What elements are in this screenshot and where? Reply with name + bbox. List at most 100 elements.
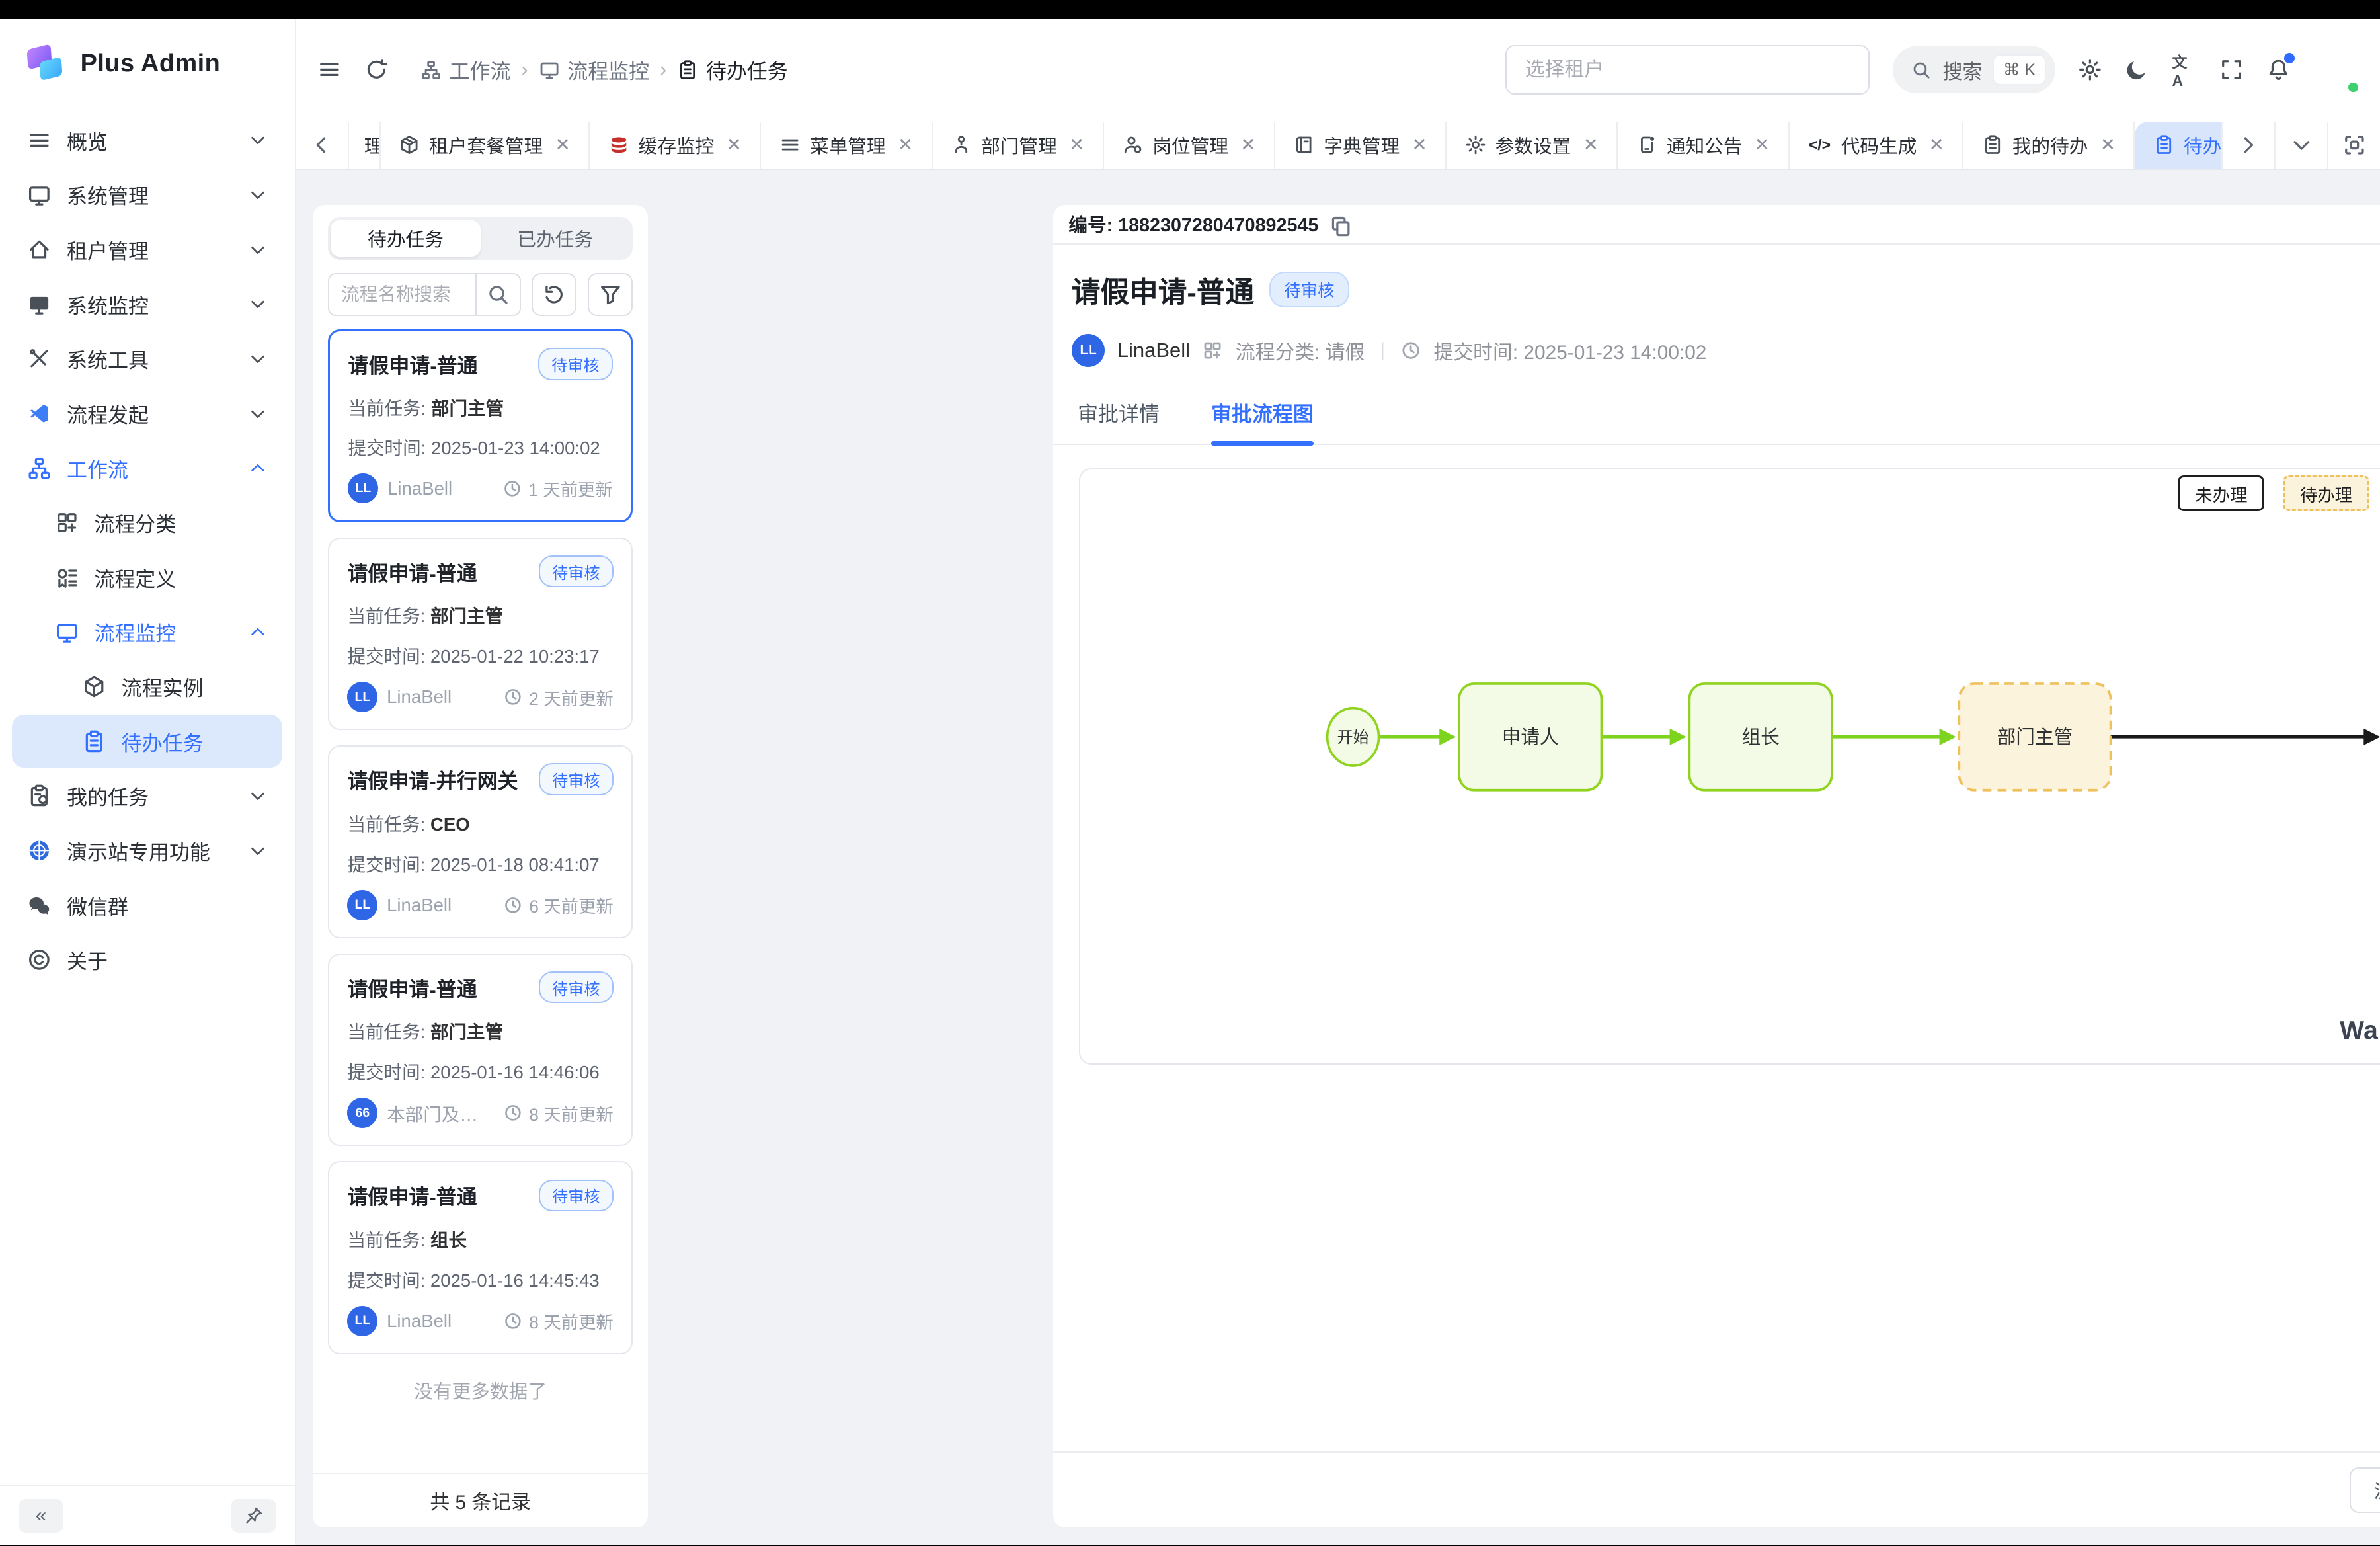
tab-代码生成[interactable]: </>代码生成✕ xyxy=(1790,122,1964,169)
tab-close-icon[interactable]: ✕ xyxy=(1412,134,1427,155)
breadcrumb-label: 工作流 xyxy=(450,55,511,85)
tab-字典管理[interactable]: 字典管理✕ xyxy=(1275,122,1447,169)
sidebar-item-关于[interactable]: 关于 xyxy=(12,934,282,987)
fullscreen-button[interactable] xyxy=(2219,58,2244,82)
sidebar-item-系统工具[interactable]: 系统工具 xyxy=(12,333,282,386)
list-tab-待办任务[interactable]: 待办任务 xyxy=(331,220,480,257)
chevron-down-icon xyxy=(248,404,268,424)
search-icon xyxy=(1911,60,1932,81)
tab-close-icon[interactable]: ✕ xyxy=(1929,134,1944,155)
definition-icon xyxy=(55,565,79,590)
notification-dot xyxy=(2284,53,2295,63)
warmflow-watermark: Warm-Flow xyxy=(2340,1016,2380,1045)
sidebar-item-系统监控[interactable]: 系统监控 xyxy=(12,278,282,331)
sidebar-item-微信群[interactable]: 微信群 xyxy=(12,879,282,932)
user-avatar[interactable] xyxy=(2313,47,2359,93)
breadcrumb-item-待办任务[interactable]: 待办任务 xyxy=(677,55,788,85)
sidebar-pin-button[interactable] xyxy=(231,1499,276,1533)
tenant-select-input[interactable] xyxy=(1505,45,1870,95)
tab-部门管理[interactable]: 部门管理✕ xyxy=(933,122,1104,169)
task-card[interactable]: 请假申请-普通待审核当前任务: 部门主管提交时间: 2025-01-22 10:… xyxy=(328,538,633,731)
task-card[interactable]: 请假申请-普通待审核当前任务: 组长提交时间: 2025-01-16 14:45… xyxy=(328,1161,633,1354)
tab-租户套餐管理[interactable]: 租户套餐管理✕ xyxy=(381,122,590,169)
search-button[interactable] xyxy=(475,273,521,315)
task-card[interactable]: 请假申请-并行网关待审核当前任务: CEO提交时间: 2025-01-18 08… xyxy=(328,745,633,938)
sidebar-collapse-button[interactable]: « xyxy=(19,1499,64,1533)
detail-tab-审批详情[interactable]: 审批详情 xyxy=(1078,397,1160,444)
tab-待办任务[interactable]: 待办任务✕ xyxy=(2135,122,2221,169)
hamburger-icon[interactable] xyxy=(317,58,342,82)
tab-close-icon[interactable]: ✕ xyxy=(1069,134,1084,155)
task-card[interactable]: 请假申请-普通待审核当前任务: 部门主管提交时间: 2025-01-16 14:… xyxy=(328,954,633,1147)
gear-button[interactable] xyxy=(2078,58,2102,82)
card-current-task: 当前任务: 部门主管 xyxy=(347,601,613,628)
tab-close-icon[interactable]: ✕ xyxy=(555,134,571,155)
sidebar-item-我的任务[interactable]: 我的任务 xyxy=(12,770,282,823)
list-tab-已办任务[interactable]: 已办任务 xyxy=(481,220,630,257)
tab-close-icon[interactable]: ✕ xyxy=(1755,134,1770,155)
tab-缓存监控[interactable]: 缓存监控✕ xyxy=(590,122,761,169)
list-filter-button[interactable] xyxy=(588,273,633,315)
chevron-up-icon xyxy=(248,458,268,478)
tabs-dropdown-button[interactable] xyxy=(2274,122,2327,169)
translate-button[interactable]: 文A xyxy=(2172,58,2196,82)
sidebar: Plus Admin 概览系统管理租户管理系统监控系统工具流程发起工作流流程分类… xyxy=(0,19,296,1546)
detail-tabs: 审批详情 审批流程图 xyxy=(1053,367,2380,445)
sidebar-item-待办任务[interactable]: 待办任务 xyxy=(12,715,282,768)
tabs-scroll-right-button[interactable] xyxy=(2221,122,2274,169)
tab-岗位管理[interactable]: 岗位管理✕ xyxy=(1104,122,1275,169)
refresh-icon[interactable] xyxy=(364,58,389,82)
clock-icon xyxy=(502,479,522,499)
task-card[interactable]: 请假申请-普通待审核当前任务: 部门主管提交时间: 2025-01-23 14:… xyxy=(328,329,633,522)
tab-通知公告[interactable]: 通知公告✕ xyxy=(1618,122,1789,169)
sidebar-item-演示站专用功能[interactable]: 演示站专用功能 xyxy=(12,824,282,877)
sidebar-item-流程发起[interactable]: 流程发起 xyxy=(12,387,282,440)
tab-菜单管理[interactable]: 菜单管理✕ xyxy=(761,122,932,169)
tabs-strip: 理✕租户套餐管理✕缓存监控✕菜单管理✕部门管理✕岗位管理✕字典管理✕参数设置✕通… xyxy=(349,122,2221,169)
clipboard-check-icon xyxy=(27,784,52,808)
clock-icon xyxy=(503,1311,523,1331)
tab-close-icon[interactable]: ✕ xyxy=(1583,134,1599,155)
card-current-task: 当前任务: 组长 xyxy=(347,1225,613,1252)
app-title: Plus Admin xyxy=(81,50,221,78)
global-search-button[interactable]: 搜索 ⌘ K xyxy=(1893,46,2055,93)
bell-button[interactable] xyxy=(2266,58,2291,82)
app-root: Plus Admin 概览系统管理租户管理系统监控系统工具流程发起工作流流程分类… xyxy=(0,0,2380,1545)
tab-我的待办[interactable]: 我的待办✕ xyxy=(1964,122,2135,169)
sidebar-item-租户管理[interactable]: 租户管理 xyxy=(12,223,282,276)
sidebar-item-系统管理[interactable]: 系统管理 xyxy=(12,169,282,222)
sidebar-item-流程分类[interactable]: 流程分类 xyxy=(12,497,282,549)
tabs-maximize-button[interactable] xyxy=(2327,122,2380,169)
sidebar-item-概览[interactable]: 概览 xyxy=(12,114,282,167)
card-avatar: LL xyxy=(347,1306,377,1336)
sidebar-item-工作流[interactable]: 工作流 xyxy=(12,442,282,495)
list-refresh-button[interactable] xyxy=(532,273,577,315)
sidebar-item-label: 关于 xyxy=(67,945,267,975)
sidebar-item-流程定义[interactable]: 流程定义 xyxy=(12,551,282,604)
detail-tab-审批流程图[interactable]: 审批流程图 xyxy=(1211,397,1314,444)
tab-参数设置[interactable]: 参数设置✕ xyxy=(1447,122,1618,169)
tab-close-icon[interactable]: ✕ xyxy=(898,134,913,155)
action-button-流程干预[interactable]: 流程干预 xyxy=(2350,1467,2380,1513)
copyright-icon xyxy=(27,948,52,972)
moon-button[interactable] xyxy=(2125,58,2149,82)
initiator-name: LinaBell xyxy=(1117,339,1190,362)
breadcrumb: 工作流›流程监控›待办任务 xyxy=(420,55,788,85)
chevron-down-icon xyxy=(248,294,268,314)
flow-name-search-input[interactable] xyxy=(328,273,475,315)
breadcrumb-item-工作流[interactable]: 工作流 xyxy=(420,55,511,85)
monitor-icon xyxy=(55,620,79,645)
tabs-scroll-left-button[interactable] xyxy=(296,122,349,169)
dept-icon xyxy=(951,134,972,155)
card-user-name: 本部门及以下 密码666... xyxy=(387,1100,494,1126)
breadcrumb-item-流程监控[interactable]: 流程监控 xyxy=(539,55,650,85)
sidebar-item-流程监控[interactable]: 流程监控 xyxy=(12,606,282,659)
tab-close-icon[interactable]: ✕ xyxy=(1240,134,1255,155)
copy-icon[interactable] xyxy=(1329,214,1349,234)
card-user-name: LinaBell xyxy=(387,895,494,916)
screenshot-icon xyxy=(2342,133,2367,157)
tab-理[interactable]: 理✕ xyxy=(349,122,381,169)
tab-close-icon[interactable]: ✕ xyxy=(727,134,742,155)
tab-close-icon[interactable]: ✕ xyxy=(2100,134,2116,155)
sidebar-item-流程实例[interactable]: 流程实例 xyxy=(12,660,282,713)
